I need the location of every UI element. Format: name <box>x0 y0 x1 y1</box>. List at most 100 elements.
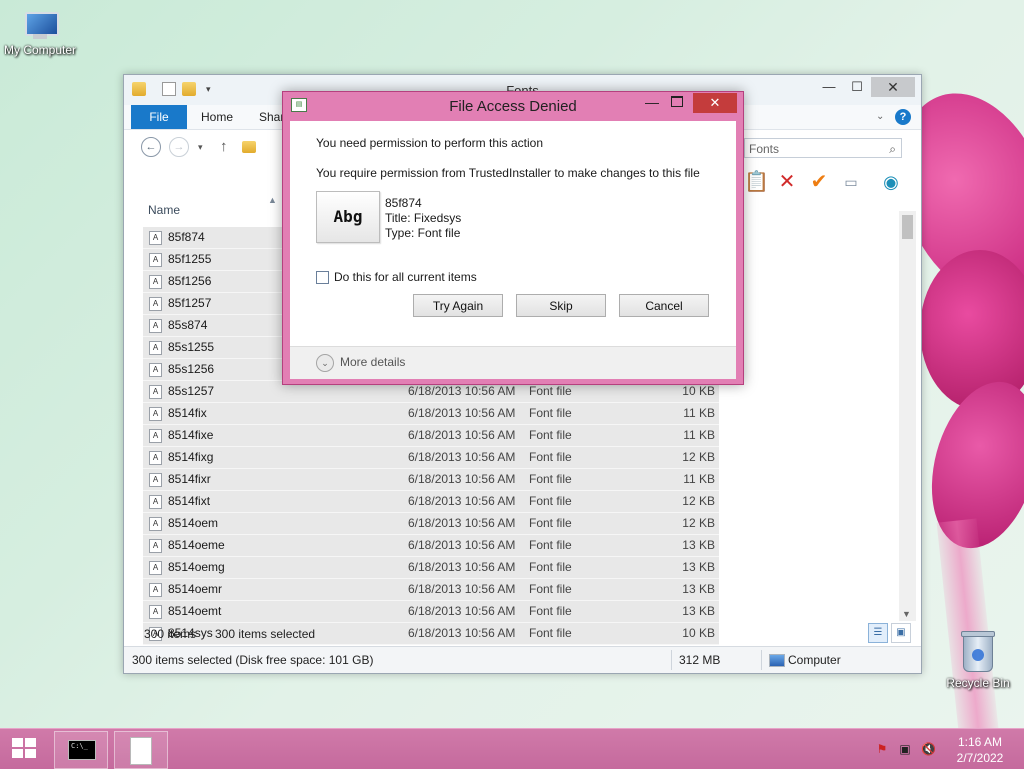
font-file-icon: A <box>149 407 162 421</box>
table-row[interactable]: A 8514oemt 6/18/2013 10:56 AM Font file 13 K… <box>143 601 719 623</box>
table-row[interactable]: A 8514oemg 6/18/2013 10:56 AM Font file 13 K… <box>143 557 719 579</box>
row-name: 8514oemt <box>168 604 222 618</box>
row-type: Font file <box>529 406 572 420</box>
up-icon[interactable]: ↑ <box>220 138 228 155</box>
font-file-icon: A <box>149 495 162 509</box>
minimize-icon[interactable]: — <box>641 94 663 112</box>
row-type: Font file <box>529 428 572 442</box>
row-name: 8514oem <box>168 516 219 530</box>
apply-all-checkbox[interactable] <box>316 271 329 284</box>
tab-home[interactable]: Home <box>201 105 233 129</box>
status-bar-size: 312 MB <box>679 653 721 667</box>
font-file-icon: A <box>149 385 162 399</box>
volume-muted-icon[interactable]: 🔇 <box>921 742 936 756</box>
row-size: 13 KB <box>682 604 715 618</box>
row-name: 8514fixg <box>168 450 214 464</box>
status-bar-text: 300 items selected (Disk free space: 101… <box>132 653 374 667</box>
row-name: 8514fixr <box>168 472 211 486</box>
table-row[interactable]: A 8514oeme 6/18/2013 10:56 AM Font file 13 K… <box>143 535 719 557</box>
row-size: 11 KB <box>683 472 715 486</box>
row-type: Font file <box>529 450 572 464</box>
scroll-down-icon[interactable]: ▼ <box>902 609 911 619</box>
recent-locations-icon[interactable]: ▾ <box>198 142 203 153</box>
close-button[interactable]: ✕ <box>871 77 915 97</box>
network-icon[interactable]: ▣ <box>898 742 912 756</box>
dialog-close-button[interactable]: ✕ <box>693 93 737 113</box>
try-again-button[interactable]: Try Again <box>413 294 503 317</box>
computer-icon <box>23 12 59 40</box>
apply-all-label[interactable]: Do this for all current items <box>334 270 477 284</box>
file-access-denied-dialog: ▤ File Access Denied — ✕ You need permis… <box>282 91 744 385</box>
tab-file[interactable]: File <box>131 105 187 129</box>
desktop-icon-recycle-bin[interactable]: Recycle Bin <box>938 631 1018 690</box>
vertical-scrollbar[interactable]: ▼ <box>899 211 916 621</box>
ribbon-expand-icon[interactable]: ⌄ <box>876 105 884 129</box>
row-type: Font file <box>529 472 572 486</box>
table-row[interactable]: A 8514fixg 6/18/2013 10:56 AM Font file 12 K… <box>143 447 719 469</box>
row-name: 8514oemr <box>168 582 223 596</box>
globe-icon[interactable]: ◉ <box>880 171 902 193</box>
forward-icon[interactable]: → <box>169 137 189 157</box>
taskbar: C:\_ ⚑ ▣ 🔇 1:16 AM 2/7/2022 <box>0 728 1024 769</box>
address-folder-icon <box>242 141 256 153</box>
dialog-titlebar[interactable]: ▤ File Access Denied — ✕ <box>283 92 743 120</box>
row-type: Font file <box>529 538 572 552</box>
table-row[interactable]: A 8514oemr 6/18/2013 10:56 AM Font file 13 K… <box>143 579 719 601</box>
rename-icon[interactable]: ▭ <box>840 171 862 193</box>
row-size: 11 KB <box>683 428 715 442</box>
large-icons-view-icon[interactable]: ▣ <box>891 623 911 643</box>
clipboard-icon[interactable]: 📋 <box>744 171 769 193</box>
row-name: 85s1257 <box>168 384 215 398</box>
row-size: 11 KB <box>683 406 715 420</box>
more-details-toggle[interactable]: More details <box>340 355 405 369</box>
tab-share[interactable]: Shar <box>259 105 284 129</box>
font-file-icon: A <box>149 319 162 333</box>
font-file-icon: A <box>149 473 162 487</box>
font-file-icon: A <box>149 341 162 355</box>
dialog-body: You need permission to perform this acti… <box>290 121 736 346</box>
cancel-button[interactable]: Cancel <box>619 294 709 317</box>
row-type: Font file <box>529 494 572 508</box>
table-row[interactable]: A 8514fixt 6/18/2013 10:56 AM Font file 12 K… <box>143 491 719 513</box>
row-date: 6/18/2013 10:56 AM <box>408 406 516 420</box>
minimize-icon[interactable]: — <box>816 77 842 97</box>
taskbar-item-file-operation[interactable] <box>114 731 168 769</box>
back-icon[interactable]: ← <box>141 137 161 157</box>
maximize-icon[interactable]: ☐ <box>844 77 870 97</box>
row-size: 13 KB <box>682 538 715 552</box>
row-type: Font file <box>529 604 572 618</box>
status-bar-location: Computer <box>788 653 841 667</box>
maximize-icon[interactable] <box>671 96 683 107</box>
search-input[interactable]: Fonts ⌕ <box>744 138 902 158</box>
table-row[interactable]: A 8514oem 6/18/2013 10:56 AM Font file 12 KB <box>143 513 719 535</box>
check-icon[interactable]: ✔ <box>808 171 830 193</box>
desktop-icon-my-computer[interactable]: My Computer <box>0 12 80 57</box>
taskbar-item-command-prompt[interactable]: C:\_ <box>54 731 108 769</box>
system-clock[interactable]: 1:16 AM 2/7/2022 <box>943 734 1017 766</box>
computer-small-icon <box>769 654 785 667</box>
row-date: 6/18/2013 10:56 AM <box>408 604 516 618</box>
skip-button[interactable]: Skip <box>516 294 606 317</box>
table-row[interactable]: A 8514fixr 6/18/2013 10:56 AM Font file 11 K… <box>143 469 719 491</box>
column-header-name[interactable]: Name <box>148 203 180 217</box>
chevron-down-icon[interactable]: ⌄ <box>316 354 334 372</box>
scrollbar-thumb[interactable] <box>902 215 913 239</box>
help-icon[interactable]: ? <box>895 109 911 125</box>
row-name: 85s1255 <box>168 340 215 354</box>
table-row[interactable]: A 8514fix 6/18/2013 10:56 AM Font file 11 KB <box>143 403 719 425</box>
font-file-icon: A <box>149 539 162 553</box>
row-name: 85s1256 <box>168 362 215 376</box>
row-name: 85s874 <box>168 318 208 332</box>
font-file-icon: A <box>149 297 162 311</box>
details-view-icon[interactable]: ☰ <box>868 623 888 643</box>
table-row[interactable]: A 8514fixe 6/18/2013 10:56 AM Font file 11 K… <box>143 425 719 447</box>
search-icon: ⌕ <box>889 142 896 156</box>
row-type: Font file <box>529 516 572 530</box>
desktop-icon-label: My Computer <box>3 43 77 57</box>
delete-icon[interactable]: ✕ <box>776 171 798 193</box>
row-name: 8514fixt <box>168 494 211 508</box>
row-date: 6/18/2013 10:56 AM <box>408 516 516 530</box>
windows-start-icon[interactable] <box>12 738 38 760</box>
action-center-flag-icon[interactable]: ⚑ <box>875 742 889 756</box>
status-bar: 300 items selected (Disk free space: 101… <box>124 646 921 673</box>
